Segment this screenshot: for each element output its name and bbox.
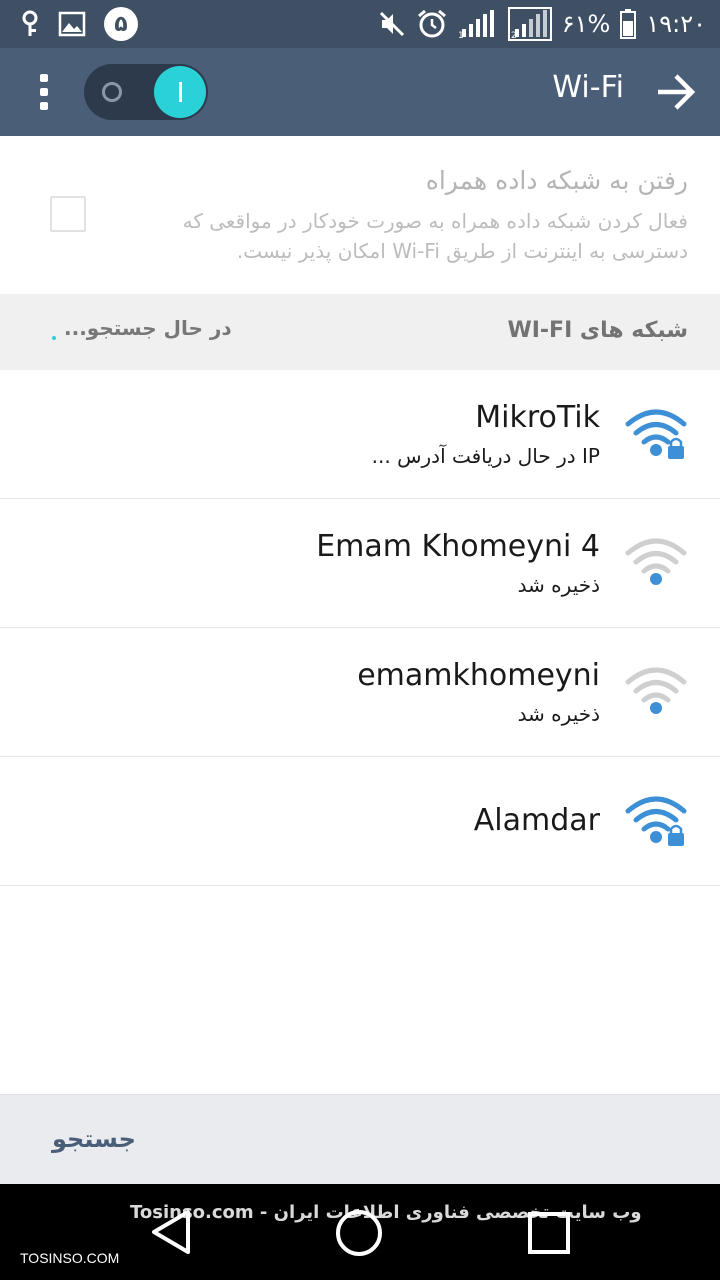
watermark-text: Tosinso.com - وب سایت تخصصی فناوری اطلاع… [130,1202,642,1223]
overflow-dot-icon [40,102,48,110]
signal-sim1-icon: 1 [458,10,494,39]
watermark-small-text: TOSINSO.COM [20,1250,120,1266]
mobile-data-option[interactable]: رفتن به شبکه داده همراه فعال کردن شبکه د… [0,136,720,294]
status-bar: ۵ 1 2 ۶۱% ۱۹:۲۰ [0,0,720,48]
location-key-icon [22,10,38,36]
toggle-knob [154,66,206,118]
network-name: Emam Khomeyni 4 [316,529,600,564]
page-title: Wi-Fi [552,70,624,105]
status-bar-right: 1 2 ۶۱% ۱۹:۲۰ [378,6,706,42]
network-item-alamdar[interactable]: Alamdar [0,757,720,886]
status-bar-left: ۵ [20,6,138,42]
back-arrow-icon[interactable] [654,72,698,112]
wifi-locked-icon [625,796,687,846]
toggle-off-icon [102,82,122,102]
wifi-networks-title: شبکه های WI-FI [507,318,688,343]
mobile-data-checkbox[interactable] [50,196,86,232]
network-name: MikroTik [475,400,600,435]
mute-icon [379,11,404,37]
mobile-data-description: فعال کردن شبکه داده همراه به صورت خودکار… [182,209,688,263]
network-item-emamkhomeyni[interactable]: emamkhomeyni ذخیره شد [0,628,720,757]
mobile-data-title: رفتن به شبکه داده همراه [425,166,688,195]
network-list: MikroTik IP در حال دریافت آدرس ... Emam … [0,370,720,886]
network-status: IP در حال دریافت آدرس ... [371,444,600,468]
wifi-icon [625,667,687,714]
notification-count-badge: ۵ [104,7,138,41]
network-name: Alamdar [473,803,600,838]
search-button[interactable]: جستجو [52,1125,136,1153]
network-name: emamkhomeyni [357,658,600,693]
overflow-dot-icon [40,74,48,82]
battery-icon [620,9,637,39]
toggle-on-icon [178,82,182,102]
signal-sim2-icon: 2 [507,7,552,41]
gallery-icon [58,11,86,37]
network-status: ذخیره شد [517,702,600,726]
scanning-dot-icon [52,336,56,340]
bottom-action-bar: جستجو [0,1094,720,1184]
network-status: ذخیره شد [517,573,600,597]
wifi-toggle-switch[interactable] [84,64,208,120]
wifi-icon [625,538,687,585]
alarm-icon [417,9,446,38]
wifi-networks-header: شبکه های WI-FI در حال جستجو... [0,294,720,370]
network-item-mikrotik[interactable]: MikroTik IP در حال دریافت آدرس ... [0,370,720,499]
navigation-bar: Tosinso.com - وب سایت تخصصی فناوری اطلاع… [0,1184,720,1280]
overflow-dot-icon [40,88,48,96]
battery-percent: ۶۱% [561,10,611,38]
clock: ۱۹:۲۰ [646,10,706,38]
overflow-menu-button[interactable] [28,68,60,116]
network-item-emam-khomeyni-4[interactable]: Emam Khomeyni 4 ذخیره شد [0,499,720,628]
action-bar: Wi-Fi [0,48,720,136]
scanning-status: در حال جستجو... [64,316,232,340]
svg-text:2: 2 [511,31,517,41]
wifi-settings-screen: ۵ 1 2 ۶۱% ۱۹:۲۰ Wi-Fi رفتن به شبکه داده … [0,0,720,1280]
wifi-locked-icon [625,409,687,459]
svg-text:1: 1 [458,31,464,39]
